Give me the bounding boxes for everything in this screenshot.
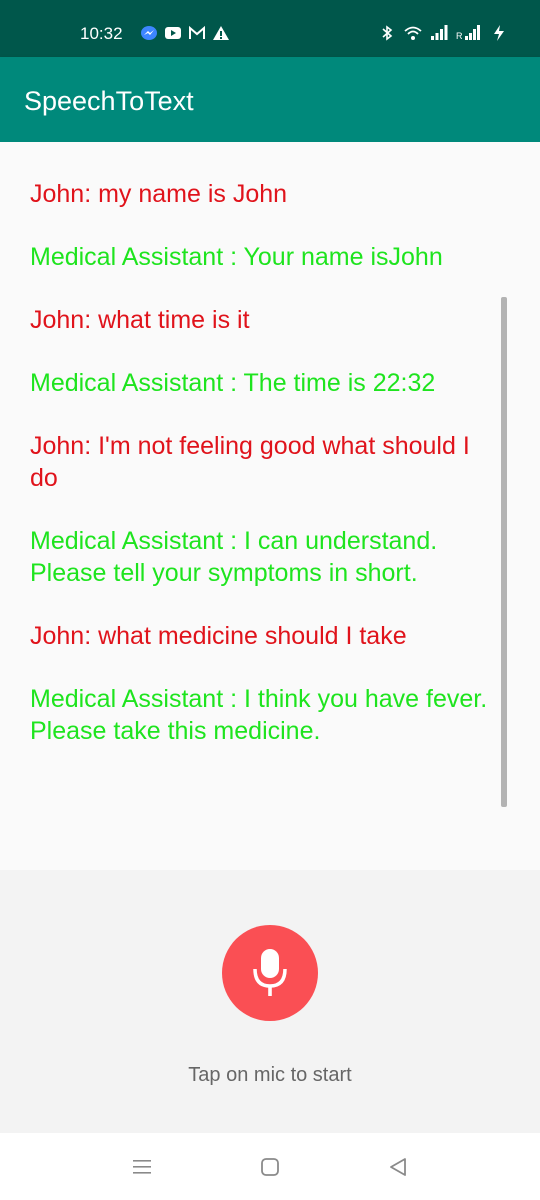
svg-text:R: R bbox=[456, 31, 463, 41]
mic-icon bbox=[253, 949, 287, 996]
user-message: John: what medicine should I take bbox=[30, 622, 407, 650]
mic-button[interactable] bbox=[222, 925, 318, 1021]
mic-hint-text: Tap on mic to start bbox=[188, 1064, 352, 1086]
back-icon[interactable] bbox=[386, 1155, 410, 1179]
wifi-icon bbox=[404, 26, 422, 40]
gmail-icon bbox=[189, 25, 205, 39]
app-title: SpeechToText bbox=[24, 86, 194, 116]
mic-panel: Tap on mic to start bbox=[0, 870, 540, 1133]
user-message: John: I'm not feeling good what should I… bbox=[30, 432, 477, 492]
signal-icon bbox=[431, 25, 448, 40]
notification-icons bbox=[140, 24, 230, 42]
assistant-message: Medical Assistant : I think you have fev… bbox=[30, 685, 495, 745]
system-icons: R bbox=[378, 24, 508, 42]
app-bar: SpeechToText bbox=[0, 57, 540, 142]
assistant-message: Medical Assistant : I can understand. Pl… bbox=[30, 527, 445, 587]
home-icon[interactable] bbox=[258, 1155, 282, 1179]
assistant-message: Medical Assistant : Your name isJohn bbox=[30, 243, 443, 271]
user-message: John: what time is it bbox=[30, 306, 250, 334]
status-time: 10:32 bbox=[80, 24, 123, 43]
youtube-icon bbox=[165, 27, 181, 39]
signal-roaming-icon: R bbox=[456, 25, 480, 41]
user-message: John: my name is John bbox=[30, 180, 288, 208]
messenger-icon bbox=[141, 26, 157, 40]
scrollbar[interactable] bbox=[501, 297, 507, 807]
bluetooth-icon bbox=[382, 25, 393, 41]
menu-icon[interactable] bbox=[130, 1155, 154, 1179]
conversation-panel[interactable]: John: my name is John Medical Assistant … bbox=[0, 142, 540, 870]
assistant-message: Medical Assistant : The time is 22:32 bbox=[30, 369, 436, 397]
warning-icon bbox=[213, 26, 229, 40]
status-bar: 10:32 R bbox=[0, 0, 540, 57]
battery-charging-icon bbox=[494, 25, 504, 41]
message-list: John: my name is John Medical Assistant … bbox=[30, 178, 502, 778]
speech-to-text-screen: 10:32 R SpeechToText John: my name is Jo… bbox=[0, 0, 540, 1200]
navigation-bar bbox=[0, 1133, 540, 1200]
